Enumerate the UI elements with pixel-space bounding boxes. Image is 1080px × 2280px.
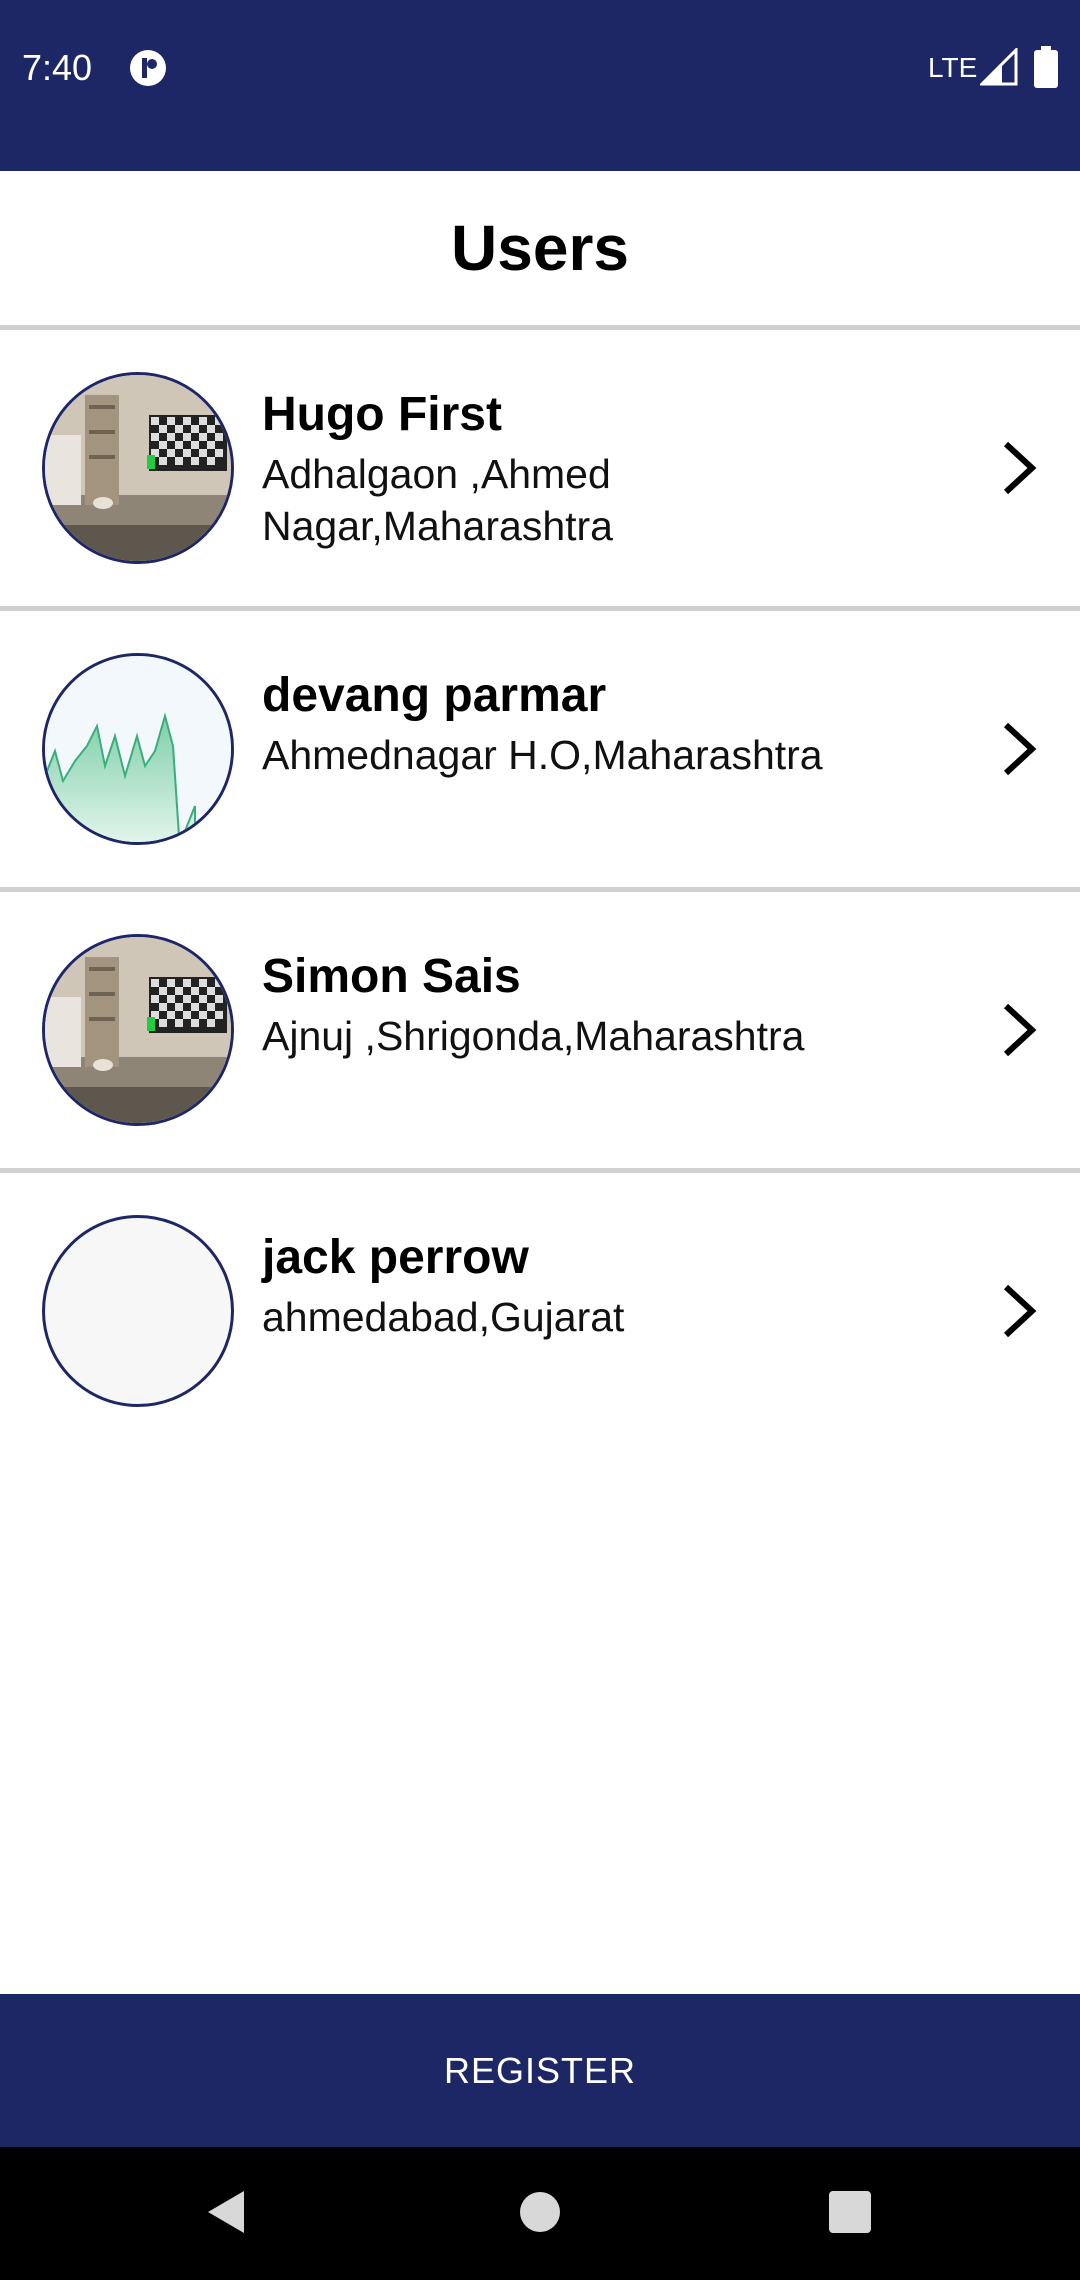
user-list: Hugo First Adhalgaon ,Ahmed Nagar,Mahara… — [0, 330, 1080, 1449]
user-address: Ajnuj ,Shrigonda,Maharashtra — [262, 1013, 805, 1059]
app-notification-icon — [130, 50, 166, 86]
user-avatar-chart-image — [42, 653, 234, 845]
register-label: REGISTER — [443, 2049, 637, 2091]
home-circle-icon[interactable] — [505, 2177, 575, 2247]
user-info: Simon Sais Ajnuj ,Shrigonda,Maharashtra — [262, 948, 962, 1062]
recents-square-icon[interactable] — [815, 2177, 885, 2247]
user-avatar-empty — [42, 1215, 234, 1407]
chevron-right-icon[interactable] — [990, 1281, 1050, 1341]
user-avatar-room-photo — [42, 372, 234, 564]
chevron-right-icon[interactable] — [990, 719, 1050, 779]
register-button[interactable]: REGISTER — [0, 1994, 1080, 2147]
back-triangle-icon[interactable] — [190, 2177, 260, 2247]
user-name: Simon Sais — [262, 950, 521, 1003]
user-info: Hugo First Adhalgaon ,Ahmed Nagar,Mahara… — [262, 386, 962, 552]
user-address: ahmedabad,Gujarat — [262, 1294, 625, 1340]
system-nav-bar — [0, 2147, 1080, 2280]
user-name: Hugo First — [262, 388, 502, 441]
chevron-right-icon[interactable] — [990, 1000, 1050, 1060]
chevron-right-icon[interactable] — [990, 438, 1050, 498]
user-row-devang-parmar[interactable]: devang parmar Ahmednagar H.O,Maharashtra — [0, 611, 1080, 887]
user-name: devang parmar — [262, 669, 607, 722]
user-avatar-room-photo — [42, 934, 234, 1126]
user-row-hugo-first[interactable]: Hugo First Adhalgaon ,Ahmed Nagar,Mahara… — [0, 330, 1080, 606]
battery-icon — [1034, 46, 1058, 88]
status-time: 7:40 — [22, 47, 93, 88]
user-info: devang parmar Ahmednagar H.O,Maharashtra — [262, 667, 962, 781]
app-header: Users — [0, 171, 1080, 325]
user-address: Ahmednagar H.O,Maharashtra — [262, 732, 823, 778]
signal-icon — [980, 48, 1018, 86]
page-title: Users — [451, 212, 629, 284]
user-info: jack perrow ahmedabad,Gujarat — [262, 1229, 962, 1343]
status-bar: 7:40 LTE — [0, 0, 1080, 171]
user-row-simon-sais[interactable]: Simon Sais Ajnuj ,Shrigonda,Maharashtra — [0, 892, 1080, 1168]
network-type: LTE — [928, 52, 978, 83]
user-name: jack perrow — [262, 1231, 529, 1284]
user-row-jack-perrow[interactable]: jack perrow ahmedabad,Gujarat — [0, 1173, 1080, 1449]
user-address: Adhalgaon ,Ahmed Nagar,Maharashtra — [262, 451, 613, 549]
